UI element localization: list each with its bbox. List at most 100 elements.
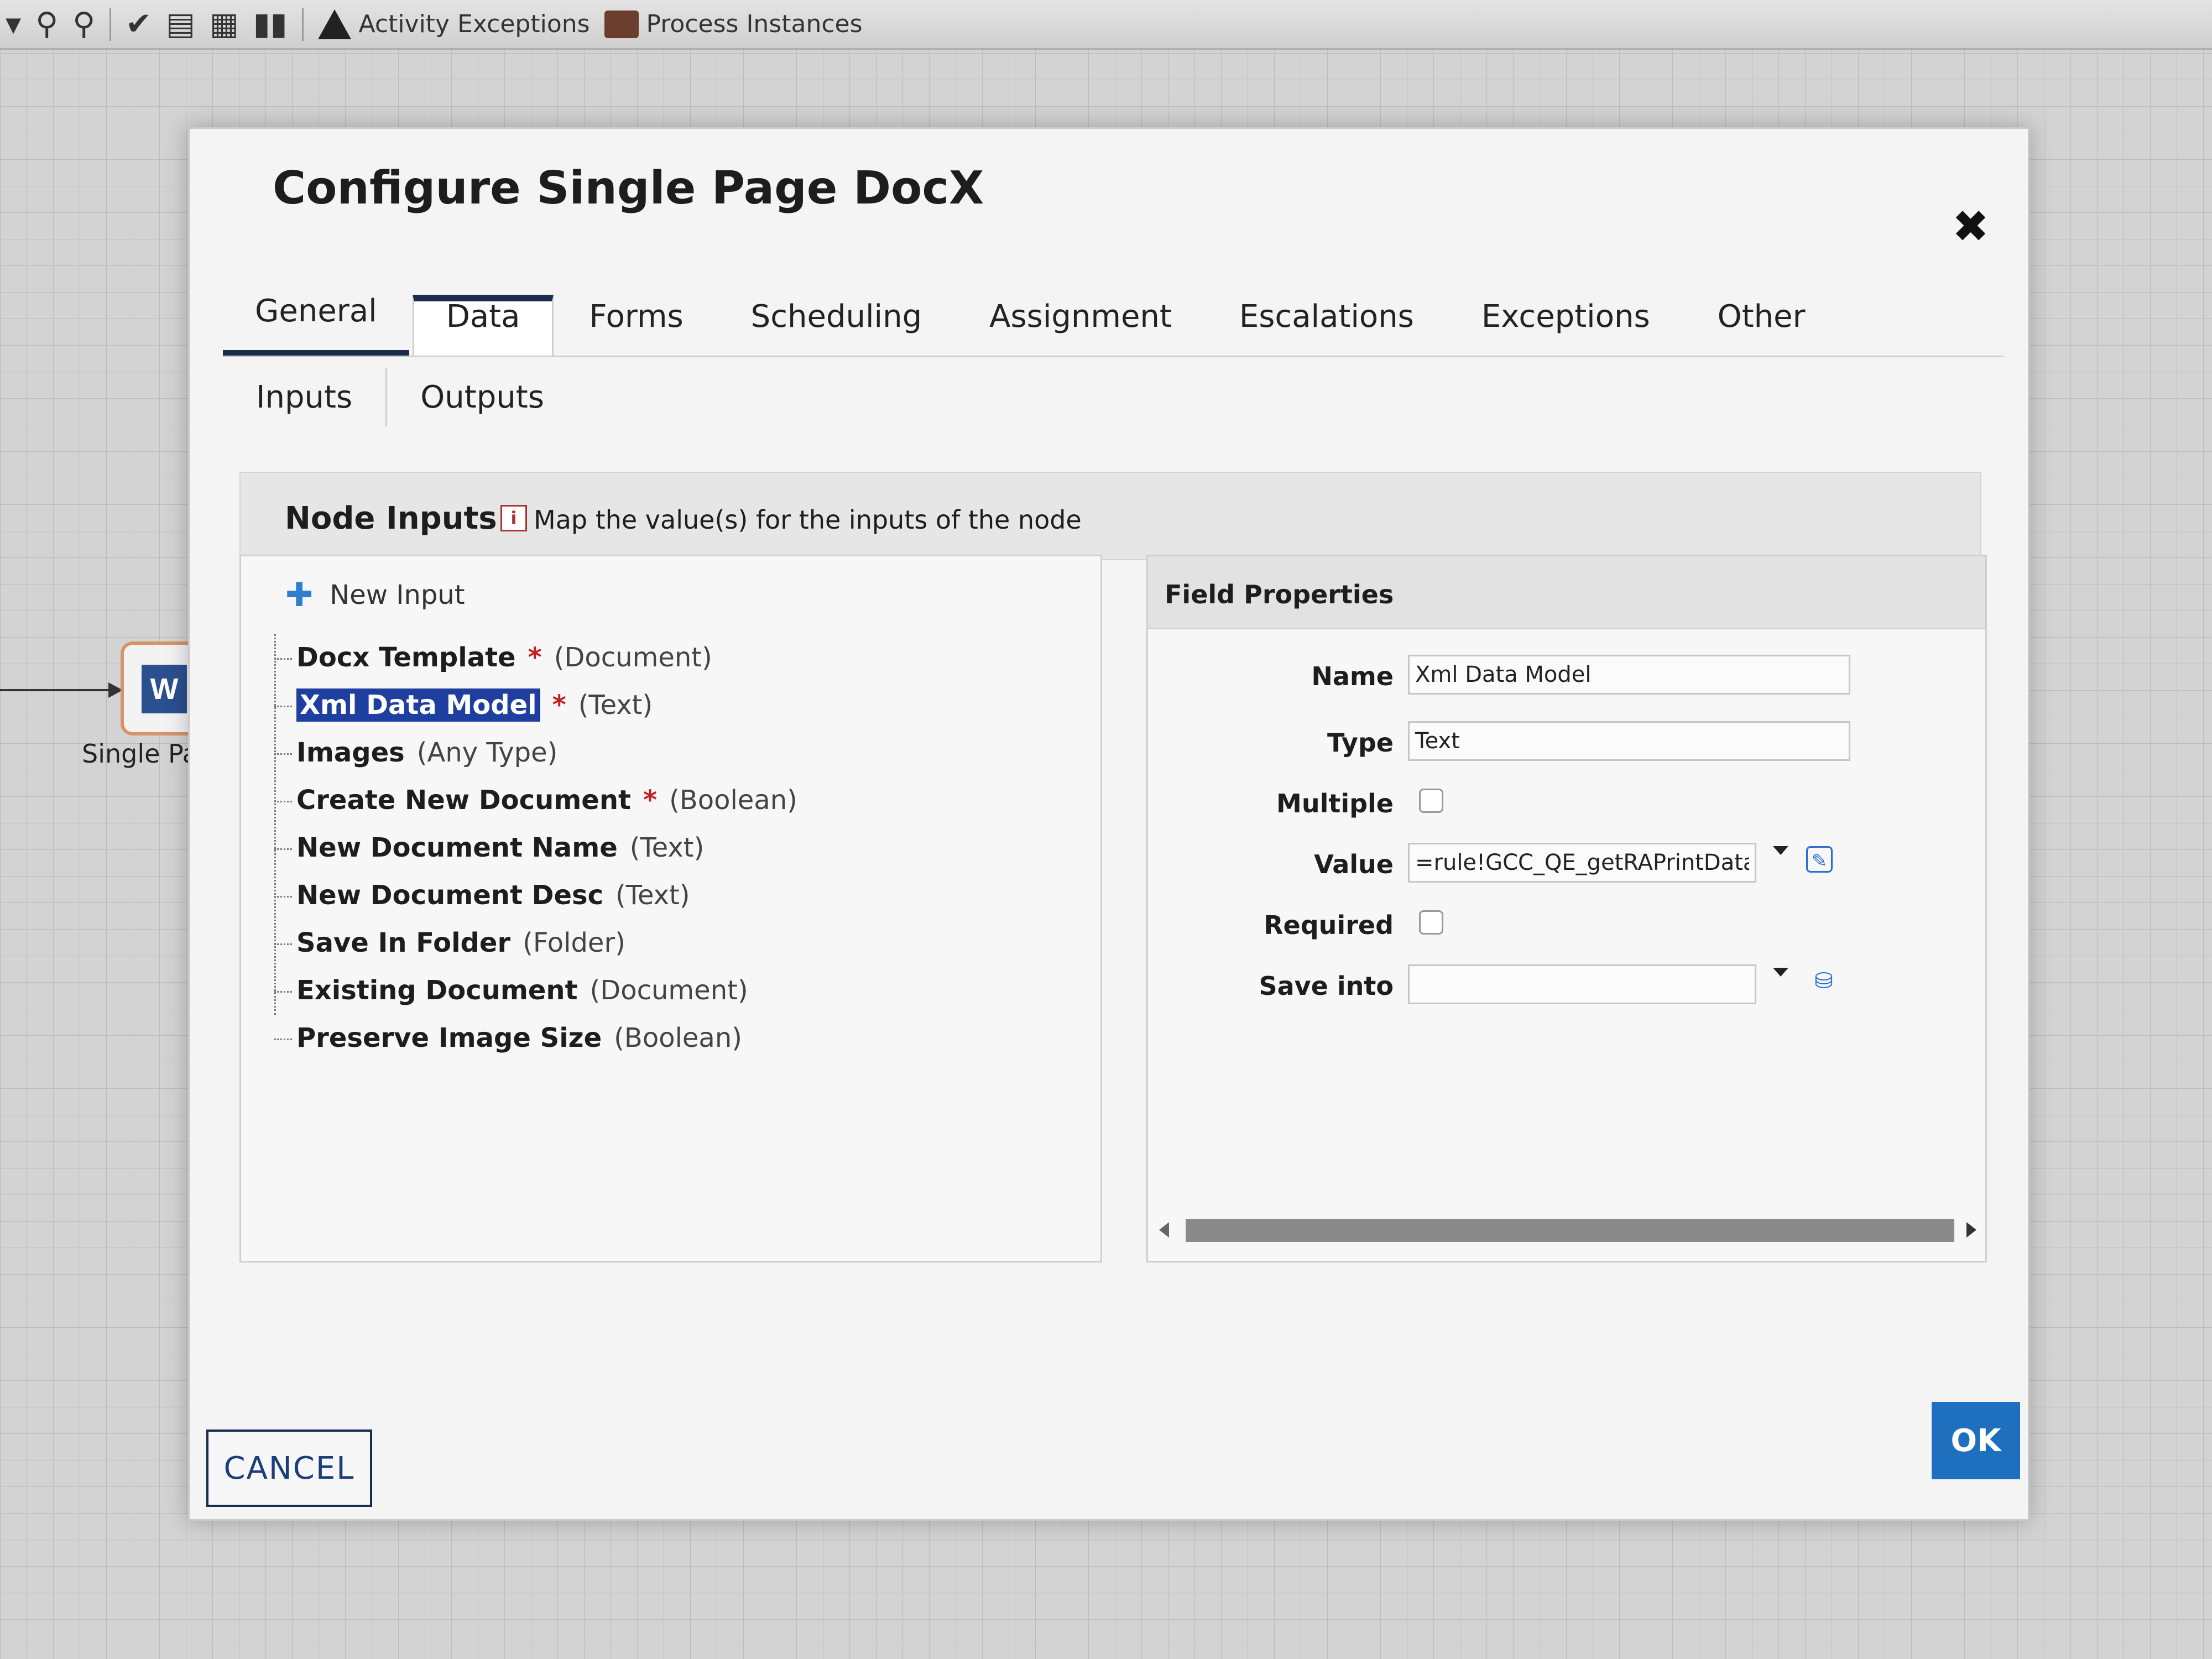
multiple-label: Multiple xyxy=(1276,789,1394,818)
multiple-row: Multiple xyxy=(1148,778,1985,827)
tree-item-type: (Boolean) xyxy=(614,1022,742,1053)
cancel-button[interactable]: CANCEL xyxy=(206,1430,372,1507)
node-inputs-title: Node Inputs xyxy=(285,500,497,536)
tree-item-name: Xml Data Model xyxy=(296,688,540,722)
required-marker: * xyxy=(552,690,566,721)
name-label: Name xyxy=(1311,661,1394,691)
value-label: Value xyxy=(1314,849,1394,879)
required-checkbox[interactable] xyxy=(1419,910,1443,935)
tree-item-create-new-document[interactable]: Create New Document * (Boolean) xyxy=(274,776,797,824)
form-icon[interactable]: ▤ xyxy=(166,8,195,40)
type-input[interactable] xyxy=(1408,721,1850,761)
tree-item-save-in-folder[interactable]: Save In Folder (Folder) xyxy=(274,919,797,967)
tree-item-name: Docx Template xyxy=(296,642,516,673)
process-node-label: Single Pag xyxy=(82,739,204,769)
field-properties-title: Field Properties xyxy=(1165,580,1394,609)
toolbar-separator xyxy=(109,7,112,41)
save-into-row: Save into ⛁ xyxy=(1148,960,1985,1010)
tree-item-preserve-image-size[interactable]: Preserve Image Size (Boolean) xyxy=(274,1014,797,1062)
multiple-checkbox[interactable] xyxy=(1419,789,1443,813)
grid-icon[interactable]: ▦ xyxy=(210,8,239,40)
flow-connector xyxy=(0,689,111,691)
dropdown-caret-icon[interactable]: ▾ xyxy=(6,8,21,40)
inputs-tree: Docx Template * (Document) Xml Data Mode… xyxy=(274,634,797,1062)
activity-exceptions-label: Activity Exceptions xyxy=(358,10,590,38)
required-marker: * xyxy=(528,642,542,673)
save-into-variable-icon[interactable]: ⛁ xyxy=(1807,968,1840,994)
close-icon[interactable]: ✖ xyxy=(1952,201,1989,252)
subtab-outputs[interactable]: Outputs xyxy=(387,368,577,426)
name-row: Name xyxy=(1148,650,1985,700)
top-toolbar: ▾ ⚲ ⚲ ✔ ▤ ▦ ▮▮ Activity Exceptions Proce… xyxy=(0,0,2212,50)
word-document-icon: W xyxy=(142,665,187,713)
tree-item-name: Create New Document xyxy=(296,785,631,816)
name-input[interactable] xyxy=(1408,655,1850,695)
tree-item-type: (Any Type) xyxy=(416,737,558,768)
value-dropdown-icon[interactable] xyxy=(1773,846,1788,855)
plus-icon: ✚ xyxy=(285,576,314,614)
tree-item-existing-document[interactable]: Existing Document (Document) xyxy=(274,967,797,1014)
configure-dialog: Configure Single Page DocX ✖ General Dat… xyxy=(188,127,2030,1521)
tree-item-name: Preserve Image Size xyxy=(296,1022,602,1053)
zoom-in-icon[interactable]: ⚲ xyxy=(72,8,95,40)
process-instances-button[interactable]: Process Instances xyxy=(604,10,863,38)
tree-item-type: (Document) xyxy=(589,975,748,1006)
tree-item-name: Images xyxy=(296,737,405,768)
new-input-button[interactable]: ✚ New Input xyxy=(285,578,465,612)
tab-general[interactable]: General xyxy=(223,293,409,356)
tab-scheduling[interactable]: Scheduling xyxy=(719,295,954,356)
tab-escalations[interactable]: Escalations xyxy=(1207,295,1446,356)
save-into-input[interactable] xyxy=(1408,964,1756,1004)
scroll-right-icon[interactable] xyxy=(1966,1222,1976,1238)
scrollbar-thumb[interactable] xyxy=(1186,1219,1954,1242)
expression-edit-icon[interactable]: ✎ xyxy=(1806,846,1833,873)
required-label: Required xyxy=(1264,910,1394,940)
activity-exceptions-button[interactable]: Activity Exceptions xyxy=(317,9,590,39)
scroll-left-icon[interactable] xyxy=(1159,1222,1169,1238)
tree-item-type: (Text) xyxy=(578,690,653,721)
required-row: Required xyxy=(1148,899,1985,949)
type-row: Type xyxy=(1148,717,1985,766)
tab-data[interactable]: Data xyxy=(412,295,554,356)
save-into-label: Save into xyxy=(1259,971,1394,1001)
required-marker: * xyxy=(643,785,658,816)
value-row: Value ✎ xyxy=(1148,838,1985,888)
tree-item-name: New Document Desc xyxy=(296,880,604,911)
ok-button[interactable]: OK xyxy=(1932,1402,2020,1479)
tab-other[interactable]: Other xyxy=(1686,295,1838,356)
tree-item-name: Save In Folder xyxy=(296,927,511,958)
inputs-tree-panel: ✚ New Input Docx Template * (Document) X… xyxy=(239,555,1102,1262)
tree-item-xml-data-model[interactable]: Xml Data Model * (Text) xyxy=(274,681,797,729)
node-inputs-hint: Map the value(s) for the inputs of the n… xyxy=(534,505,1082,535)
tree-item-type: (Folder) xyxy=(523,927,625,958)
process-instances-label: Process Instances xyxy=(646,10,863,38)
field-properties-panel: Field Properties Name Type Multiple Valu… xyxy=(1146,555,1987,1262)
tree-item-new-document-desc[interactable]: New Document Desc (Text) xyxy=(274,872,797,919)
tree-item-type: (Text) xyxy=(629,832,705,863)
type-label: Type xyxy=(1327,728,1394,758)
zoom-out-icon[interactable]: ⚲ xyxy=(35,8,58,40)
field-properties-header: Field Properties xyxy=(1148,556,1985,629)
value-input[interactable] xyxy=(1408,843,1756,883)
tree-item-type: (Text) xyxy=(615,880,690,911)
tree-item-type: (Boolean) xyxy=(669,785,797,816)
info-icon: i xyxy=(500,505,527,531)
node-inputs-header: Node Inputs i Map the value(s) for the i… xyxy=(239,472,1981,560)
tree-item-name: Existing Document xyxy=(296,975,578,1006)
horizontal-scrollbar[interactable] xyxy=(1159,1214,1978,1245)
bar-chart-icon[interactable]: ▮▮ xyxy=(253,8,288,40)
tree-item-name: New Document Name xyxy=(296,832,618,863)
dialog-title: Configure Single Page DocX xyxy=(273,162,984,215)
save-into-dropdown-icon[interactable] xyxy=(1773,968,1788,977)
check-icon[interactable]: ✔ xyxy=(126,8,152,40)
tab-assignment[interactable]: Assignment xyxy=(957,295,1204,356)
tree-item-images[interactable]: Images (Any Type) xyxy=(274,729,797,776)
tree-item-docx-template[interactable]: Docx Template * (Document) xyxy=(274,634,797,681)
subtab-inputs[interactable]: Inputs xyxy=(223,368,388,426)
tab-forms[interactable]: Forms xyxy=(557,295,715,356)
tree-item-new-document-name[interactable]: New Document Name (Text) xyxy=(274,824,797,872)
new-input-label: New Input xyxy=(330,580,465,611)
tab-exceptions[interactable]: Exceptions xyxy=(1449,295,1682,356)
process-instances-icon xyxy=(604,10,639,38)
subtab-bar: Inputs Outputs xyxy=(223,361,577,433)
